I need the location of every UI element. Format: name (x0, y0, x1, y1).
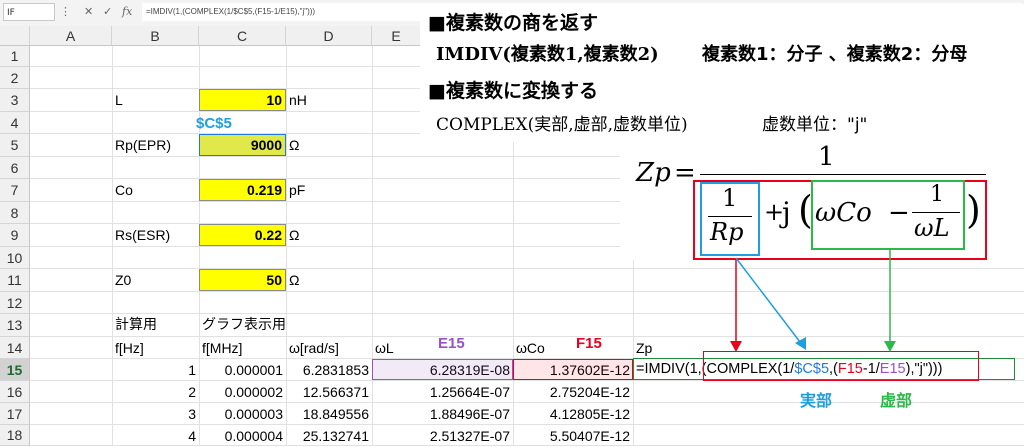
imag-part-label: 虚部 (880, 391, 913, 410)
real-part-label: 実部 (800, 391, 833, 410)
arrow-green-head (884, 341, 896, 352)
arrow-blue-head (795, 337, 806, 350)
arrow-blue-line (735, 257, 801, 343)
annotation-arrows (730, 250, 896, 352)
arrow-red-head (730, 341, 742, 352)
